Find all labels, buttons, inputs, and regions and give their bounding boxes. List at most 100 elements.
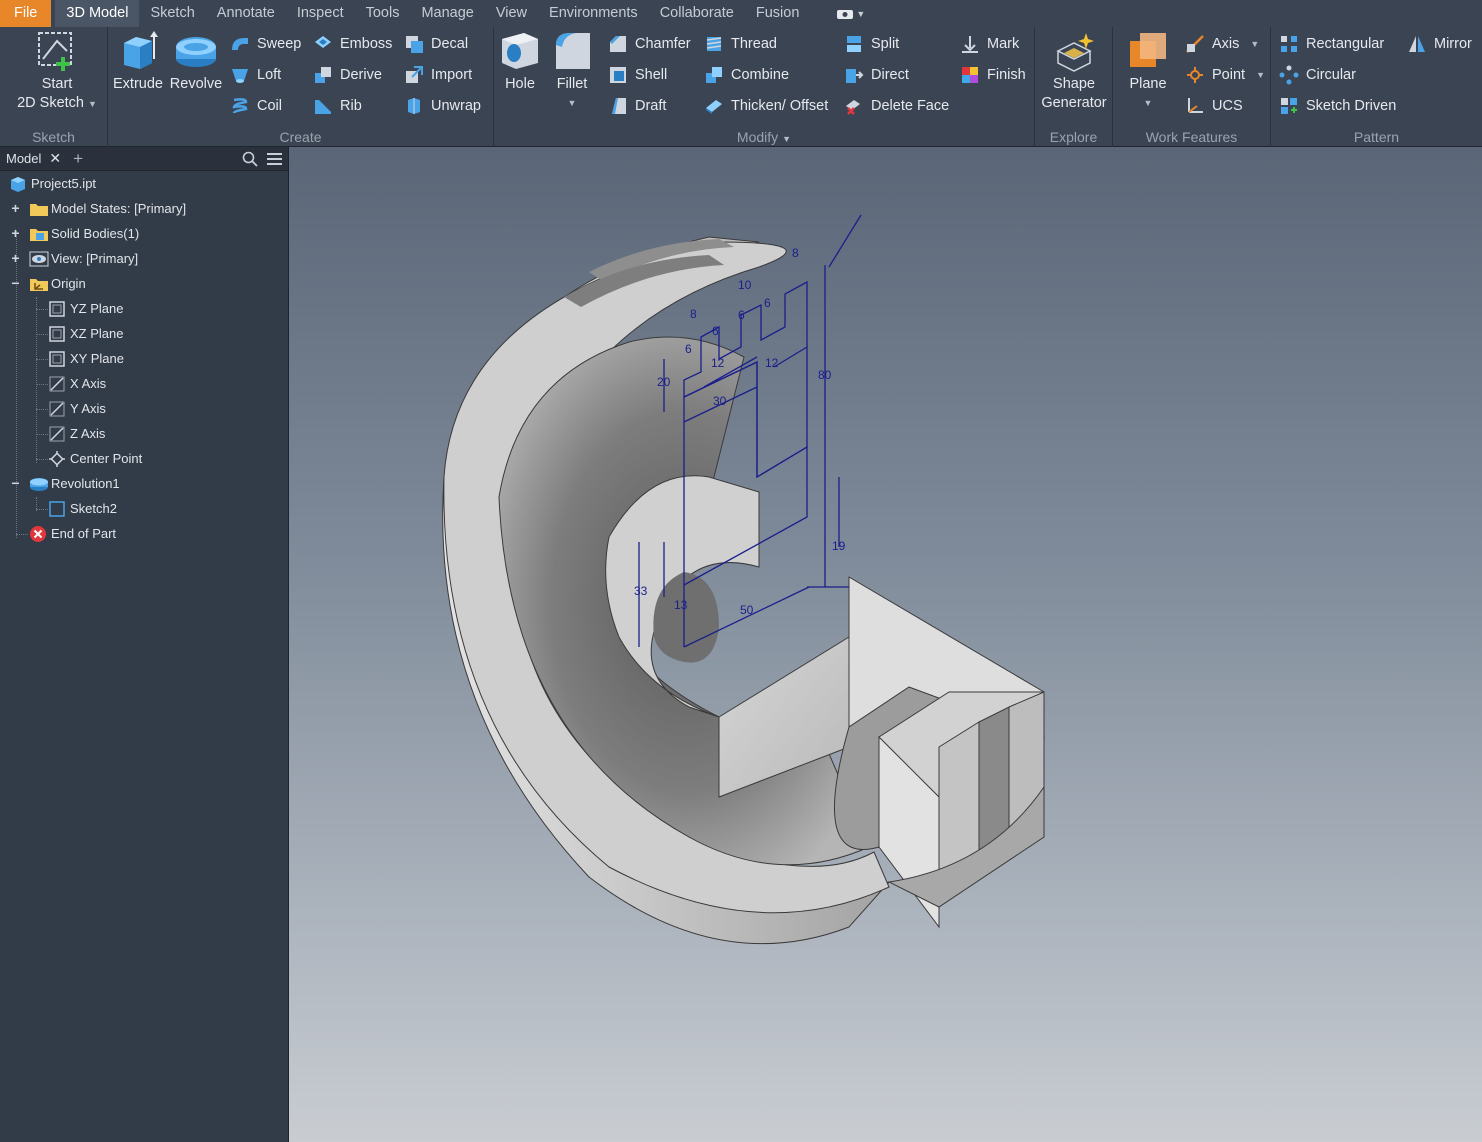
plane-button[interactable]: Plane ▼ — [1121, 29, 1175, 113]
dimension-label[interactable]: 30 — [713, 394, 727, 408]
dimension-label[interactable]: 6 — [738, 308, 745, 322]
axis-button[interactable]: Axis ▼ — [1185, 33, 1259, 55]
dimension-label[interactable]: 13 — [674, 598, 688, 612]
direct-button[interactable]: Direct — [844, 64, 909, 86]
collapse-origin[interactable]: − — [10, 276, 21, 290]
rectangular-pattern-button[interactable]: Rectangular — [1279, 33, 1384, 55]
ribbon: Start 2D Sketch ▼ Sketch Extrude Revolve … — [0, 27, 1482, 147]
derive-button[interactable]: Derive — [313, 64, 382, 86]
search-icon[interactable] — [242, 151, 258, 170]
tree-item-revolution1[interactable]: Revolution1 — [29, 471, 120, 496]
dimension-label[interactable]: 19 — [832, 539, 846, 553]
dimension-label[interactable]: 6 — [764, 296, 771, 310]
draft-button[interactable]: Draft — [608, 95, 666, 117]
tab-tools[interactable]: Tools — [355, 0, 411, 27]
extrude-button[interactable]: Extrude — [112, 29, 164, 94]
tab-view[interactable]: View — [485, 0, 538, 27]
start-2d-sketch-button[interactable]: Start 2D Sketch ▼ — [14, 29, 100, 114]
panel-title-work-features: Work Features — [1145, 129, 1238, 145]
dimension-label[interactable]: 20 — [657, 375, 671, 389]
tree-item-project[interactable]: Project5.ipt — [9, 171, 96, 196]
tree-item-origin[interactable]: Origin — [29, 271, 86, 296]
fillet-button[interactable]: Fillet ▼ — [550, 29, 594, 113]
dimension-label[interactable]: 80 — [818, 368, 832, 382]
expand-view[interactable]: + — [10, 251, 21, 265]
sweep-button[interactable]: Sweep — [230, 33, 301, 55]
tree-item-yz-plane[interactable]: YZ Plane — [48, 296, 123, 321]
tree-item-end-of-part[interactable]: End of Part — [29, 521, 116, 546]
mark-button[interactable]: Mark — [960, 33, 1019, 55]
circular-pattern-button[interactable]: Circular — [1279, 64, 1356, 86]
tree-item-label: Project5.ipt — [31, 176, 97, 191]
unwrap-button[interactable]: Unwrap — [404, 95, 481, 117]
decal-label: Decal — [431, 36, 469, 52]
tree-item-center-point[interactable]: Center Point — [48, 446, 142, 471]
dimension-label[interactable]: 50 — [740, 603, 754, 617]
tab-inspect[interactable]: Inspect — [286, 0, 355, 27]
tree-item-sketch2[interactable]: Sketch2 — [48, 496, 117, 521]
panel-pattern: Rectangular Circular Sketch Driven Mirro… — [1271, 27, 1482, 147]
panel-title-modify[interactable]: Modify ▼ — [494, 129, 1034, 145]
split-button[interactable]: Split — [844, 33, 899, 55]
thicken-offset-button[interactable]: Thicken/ Offset — [704, 95, 828, 117]
dimension-label[interactable]: 8 — [792, 246, 799, 260]
revolve-button[interactable]: Revolve — [168, 29, 224, 94]
point-button[interactable]: Point ▼ — [1185, 64, 1265, 86]
expand-solid-bodies[interactable]: + — [10, 226, 21, 240]
hamburger-menu-icon[interactable] — [267, 152, 283, 169]
sketch-icon — [48, 500, 66, 518]
axis-icon — [48, 375, 66, 393]
tab-collaborate[interactable]: Collaborate — [649, 0, 745, 27]
tree-item-view[interactable]: View: [Primary] — [29, 246, 138, 271]
dimension-label[interactable]: 6 — [685, 342, 692, 356]
tab-annotate[interactable]: Annotate — [206, 0, 286, 27]
tab-fusion[interactable]: Fusion — [745, 0, 811, 27]
tab-3d-model[interactable]: 3D Model — [55, 0, 140, 27]
dimension-label[interactable]: 12 — [765, 356, 779, 370]
combine-button[interactable]: Combine — [704, 64, 789, 86]
sketch-driven-pattern-button[interactable]: Sketch Driven — [1279, 95, 1396, 117]
emboss-label: Emboss — [340, 36, 393, 52]
tree-item-x-axis[interactable]: X Axis — [48, 371, 106, 396]
delete-face-button[interactable]: Delete Face — [844, 95, 949, 117]
graphics-viewport[interactable]: 8 10 6 6 8 6 6 12 12 20 30 80 19 33 13 5… — [289, 147, 1482, 1142]
tree-connector — [36, 309, 48, 310]
expand-model-states[interactable]: + — [10, 201, 21, 215]
dimension-label[interactable]: 33 — [634, 584, 648, 598]
tab-sketch[interactable]: Sketch — [139, 0, 205, 27]
tab-environments[interactable]: Environments — [538, 0, 649, 27]
collapse-revolution[interactable]: − — [10, 476, 21, 490]
tree-item-solid-bodies[interactable]: Solid Bodies(1) — [29, 221, 139, 246]
emboss-button[interactable]: Emboss — [313, 33, 392, 55]
dimension-label[interactable]: 12 — [711, 356, 725, 370]
chamfer-button[interactable]: Chamfer — [608, 33, 691, 55]
tab-manage[interactable]: Manage — [410, 0, 484, 27]
shell-button[interactable]: Shell — [608, 64, 667, 86]
tree-item-z-axis[interactable]: Z Axis — [48, 421, 105, 446]
browser-tab-model[interactable]: Model — [6, 151, 41, 166]
tree-item-y-axis[interactable]: Y Axis — [48, 396, 106, 421]
dimension-label[interactable]: 8 — [690, 307, 697, 321]
modify-title-text: Modify — [736, 129, 779, 145]
close-tab-icon[interactable]: ✕ — [49, 150, 61, 167]
pulley-solid-body[interactable] — [442, 236, 1046, 945]
dimension-label[interactable]: 6 — [712, 324, 719, 338]
ribbon-display-toggle[interactable]: ▼ — [810, 0, 865, 27]
decal-button[interactable]: Decal — [404, 33, 468, 55]
tab-file[interactable]: File — [0, 0, 52, 27]
shape-generator-button[interactable]: Shape Generator — [1037, 29, 1111, 113]
tree-item-xy-plane[interactable]: XY Plane — [48, 346, 124, 371]
ucs-button[interactable]: UCS — [1185, 95, 1243, 117]
mirror-button[interactable]: Mirror — [1407, 33, 1472, 55]
add-tab-icon[interactable]: + — [73, 149, 83, 169]
import-button[interactable]: Import — [404, 64, 472, 86]
tree-item-model-states[interactable]: Model States: [Primary] — [29, 196, 186, 221]
tree-item-xz-plane[interactable]: XZ Plane — [48, 321, 123, 346]
thread-button[interactable]: Thread — [704, 33, 777, 55]
loft-button[interactable]: Loft — [230, 64, 281, 86]
rib-button[interactable]: Rib — [313, 95, 362, 117]
hole-button[interactable]: Hole — [498, 29, 542, 94]
dimension-label[interactable]: 10 — [738, 278, 752, 292]
finish-button[interactable]: Finish — [960, 64, 1026, 86]
coil-button[interactable]: Coil — [230, 95, 282, 117]
